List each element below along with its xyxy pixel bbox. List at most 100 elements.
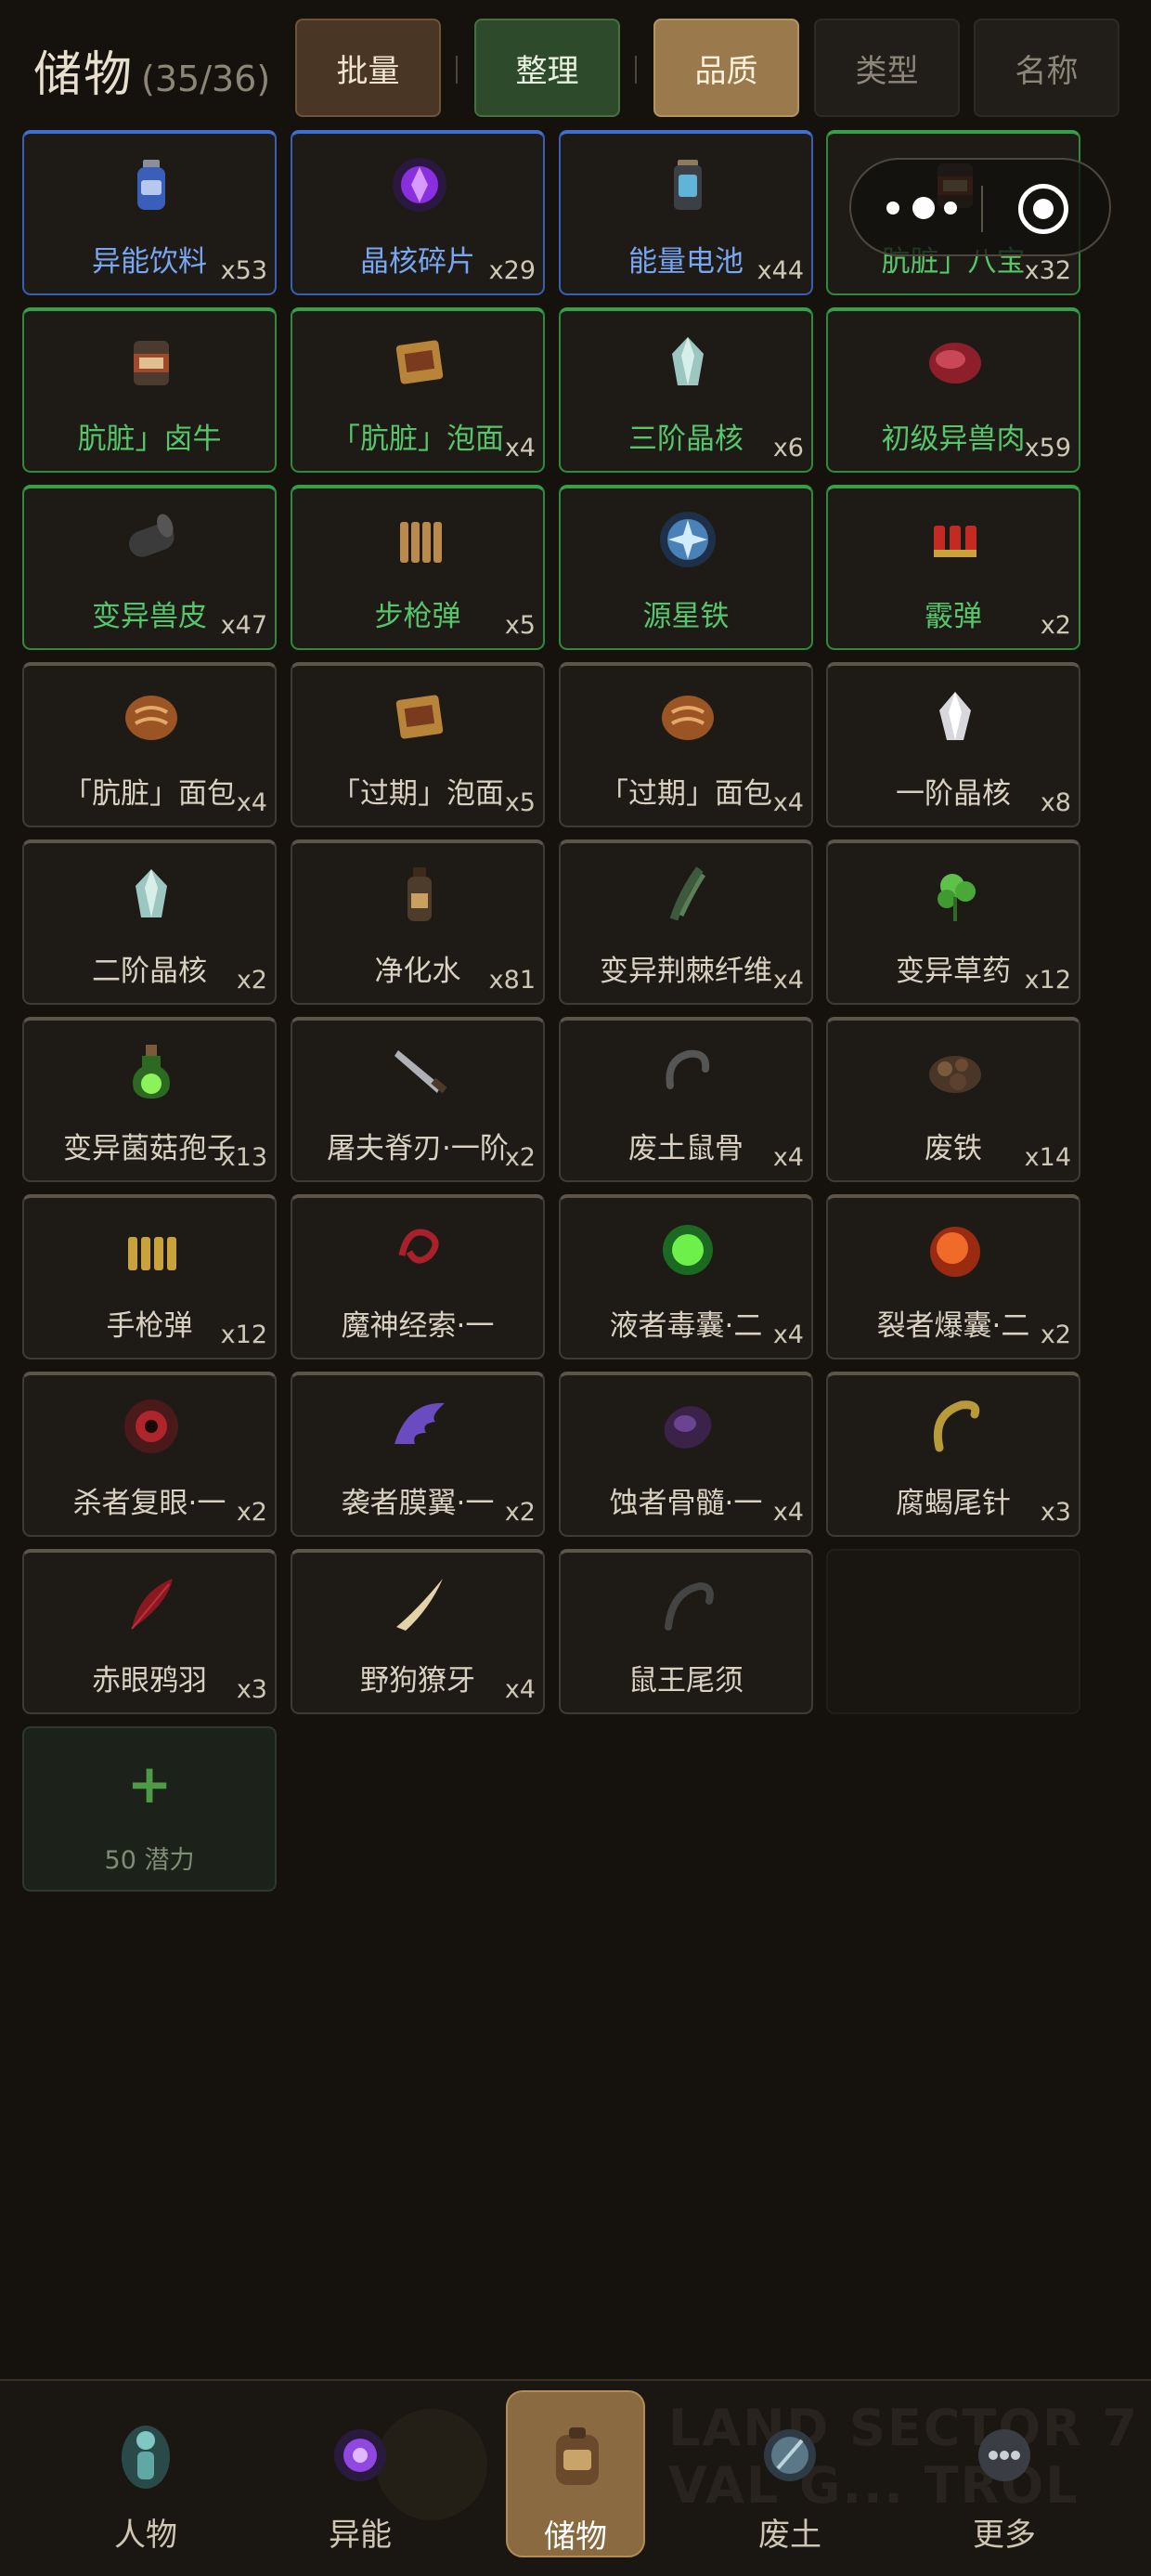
backpack-icon (556, 2427, 599, 2485)
item-name: 源星铁 (642, 600, 730, 633)
batch-button[interactable]: 批量 (295, 19, 441, 117)
inventory-item[interactable]: 鼠王尾须 (559, 1549, 813, 1714)
item-quantity: x4 (504, 1675, 536, 1704)
marrow-icon (664, 1406, 712, 1449)
hide-roll-icon (129, 514, 175, 557)
crystal-icon (672, 337, 704, 385)
nav-tab[interactable]: 储物 (506, 2390, 645, 2557)
purple-crystal-icon (393, 158, 446, 212)
item-quantity: x14 (1024, 1143, 1071, 1172)
inventory-item[interactable]: 废铁 x14 (826, 1017, 1080, 1182)
inventory-item[interactable]: 腐蝎尾针 x3 (826, 1372, 1080, 1537)
item-name: 鼠王尾须 (628, 1664, 744, 1698)
inventory-item[interactable]: 一阶晶核 x8 (826, 662, 1080, 827)
blast-sac-icon (930, 1227, 980, 1277)
inventory-item[interactable]: 变异草药 x12 (826, 839, 1080, 1005)
item-quantity: x4 (772, 966, 804, 995)
expand-cost-label: 50 潜力 (104, 1846, 195, 1875)
more-menu-icon[interactable] (886, 193, 970, 225)
nav-tab[interactable]: 异能 (291, 2390, 430, 2557)
inventory-item[interactable]: 晶核碎片 x29 (291, 130, 545, 295)
close-target-icon[interactable] (1018, 184, 1068, 234)
inventory-item[interactable]: 「肮脏」泡面 x4 (291, 307, 545, 473)
title-text: 储物 (33, 47, 135, 103)
water-bottle-icon (407, 867, 432, 921)
inventory-item[interactable]: 野狗獠牙 x4 (291, 1549, 545, 1714)
crystal-icon (136, 869, 167, 917)
inventory-item[interactable]: 裂者爆囊·二 x2 (826, 1194, 1080, 1360)
item-quantity: x12 (1024, 966, 1071, 995)
inventory-item[interactable]: 步枪弹 x5 (291, 485, 545, 650)
filter-name-button[interactable]: 名称 (974, 19, 1119, 117)
can-icon (134, 341, 169, 385)
character-icon (122, 2426, 170, 2489)
bottle-icon (137, 160, 165, 210)
inventory-item[interactable]: 手枪弹 x12 (22, 1194, 277, 1360)
inventory-item[interactable]: 「过期」泡面 x5 (291, 662, 545, 827)
item-quantity: x2 (236, 1498, 267, 1527)
item-quantity: x5 (504, 611, 536, 640)
inventory-item[interactable]: 「肮脏」面包 x4 (22, 662, 277, 827)
noodle-pack-icon (395, 340, 444, 384)
inventory-item[interactable]: 霰弹 x2 (826, 485, 1080, 650)
inventory-item[interactable]: 袭者膜翼·一 x2 (291, 1372, 545, 1537)
bread-icon (662, 696, 714, 740)
item-name: 肮脏」卤牛 (77, 423, 222, 456)
inventory-item[interactable]: 液者毒囊·二 x4 (559, 1194, 813, 1360)
sort-button[interactable]: 整理 (474, 19, 620, 117)
item-quantity: x44 (757, 256, 804, 285)
item-quantity: x2 (236, 966, 267, 995)
nav-tab-label: 废土 (758, 2517, 821, 2554)
item-quantity: x4 (772, 1321, 804, 1349)
item-quantity: x8 (1040, 788, 1071, 817)
tail-icon (665, 1581, 714, 1631)
ability-orb-icon (334, 2429, 386, 2481)
item-quantity: x12 (220, 1321, 267, 1349)
fang-icon (396, 1579, 443, 1631)
item-quantity: x3 (236, 1675, 267, 1704)
miniprogram-capsule (849, 158, 1111, 256)
scrap-iron-icon (929, 1056, 981, 1093)
star-iron-icon (660, 512, 716, 567)
wasteland-icon (764, 2429, 816, 2481)
more-icon (978, 2429, 1030, 2481)
inventory-item[interactable]: 废土鼠骨 x4 (559, 1017, 813, 1182)
herb-icon (938, 874, 976, 921)
inventory-item[interactable]: 异能饮料 x53 (22, 130, 277, 295)
inventory-item[interactable]: 变异菌菇孢子 x13 (22, 1017, 277, 1182)
inventory-item[interactable]: 二阶晶核 x2 (22, 839, 277, 1005)
inventory-item[interactable]: 净化水 x81 (291, 839, 545, 1005)
inventory-item[interactable]: 肮脏」卤牛 (22, 307, 277, 473)
nav-tab[interactable]: 人物 (76, 2390, 215, 2557)
nav-tab-label: 人物 (114, 2517, 177, 2554)
inventory-item[interactable]: 蚀者骨髓·一 x4 (559, 1372, 813, 1537)
nav-tab[interactable]: 更多 (935, 2390, 1074, 2557)
inventory-item[interactable]: 「过期」面包 x4 (559, 662, 813, 827)
item-quantity: x6 (772, 434, 804, 462)
inventory-item[interactable]: 赤眼鸦羽 x3 (22, 1549, 277, 1714)
inventory-item[interactable]: 变异兽皮 x47 (22, 485, 277, 650)
nerve-cord-icon (398, 1229, 439, 1264)
inventory-item[interactable]: 变异荆棘纤维 x4 (559, 839, 813, 1005)
inventory-item[interactable]: 三阶晶核 x6 (559, 307, 813, 473)
empty-slot[interactable] (826, 1549, 1080, 1714)
inventory-item[interactable]: 初级异兽肉 x59 (826, 307, 1080, 473)
expand-storage-button[interactable]: +50 潜力 (22, 1726, 277, 1892)
filter-quality-button[interactable]: 品质 (653, 19, 799, 117)
filter-type-button[interactable]: 类型 (814, 19, 960, 117)
storage-count: (35/36) (141, 59, 271, 99)
item-quantity: x2 (504, 1143, 536, 1172)
nav-tab[interactable]: 废土 (720, 2390, 860, 2557)
inventory-item[interactable]: 能量电池 x44 (559, 130, 813, 295)
wing-icon (394, 1402, 445, 1444)
inventory-item[interactable]: 魔神经索·一 (291, 1194, 545, 1360)
item-quantity: x29 (488, 256, 536, 285)
item-quantity: x4 (236, 788, 267, 817)
inventory-item[interactable]: 杀者复眼·一 x2 (22, 1372, 277, 1537)
noodle-pack-icon (395, 695, 444, 739)
plus-icon: + (126, 1752, 173, 1815)
bread-icon (125, 696, 177, 740)
item-name: 魔神经索·一 (341, 1309, 495, 1343)
inventory-item[interactable]: 源星铁 (559, 485, 813, 650)
inventory-item[interactable]: 屠夫脊刃·一阶 x2 (291, 1017, 545, 1182)
